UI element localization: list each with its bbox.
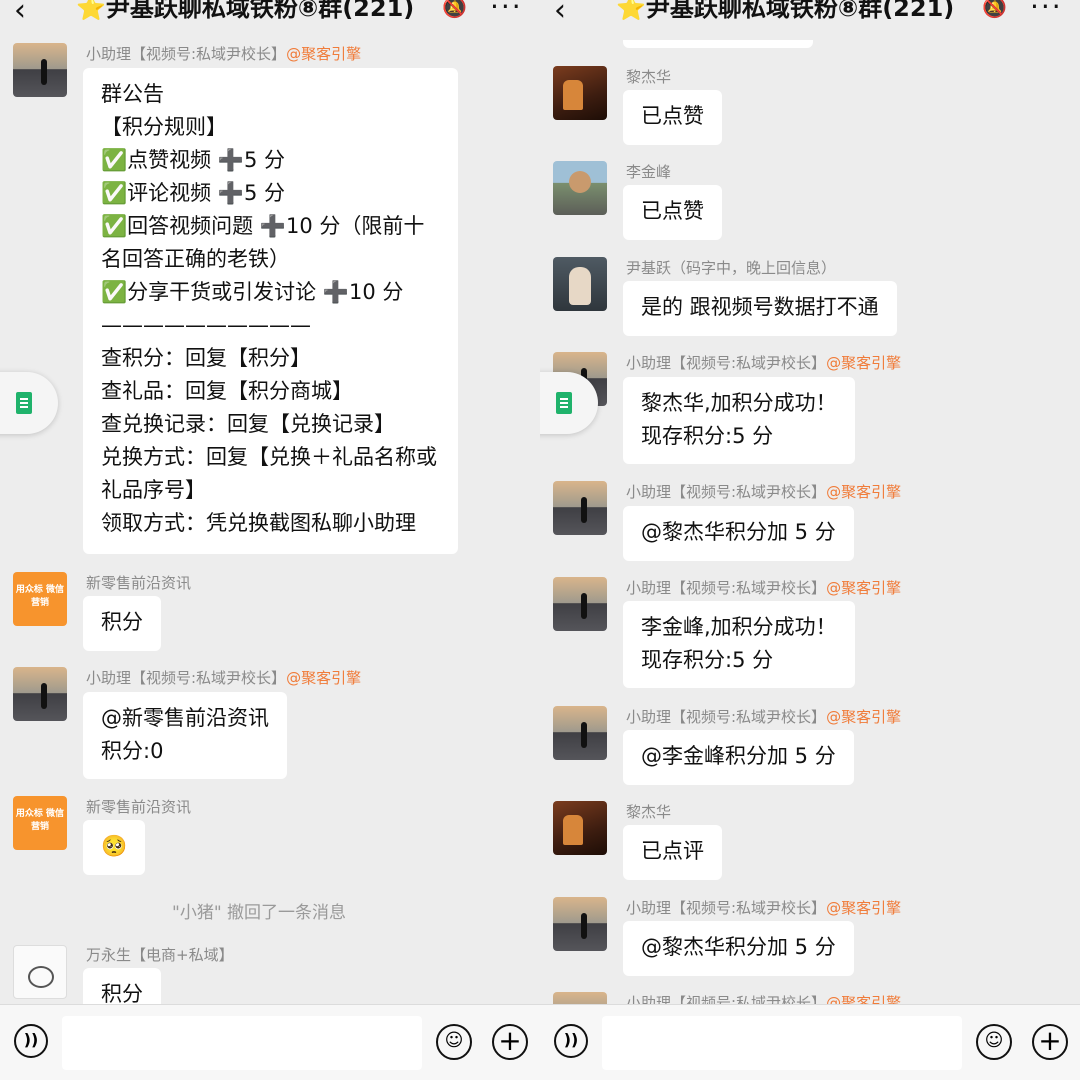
message-bubble[interactable]: @黎杰华积分加 5 分	[623, 506, 854, 561]
input-bar: )) ☺ +	[0, 1004, 540, 1080]
more-options-icon[interactable]: ···	[1030, 0, 1063, 23]
message-bubble[interactable]: 黎杰华,加积分成功！ 现存积分:5 分	[623, 377, 855, 464]
sender-name: 小助理【视频号:私域尹校长】@聚客引擎	[626, 708, 902, 726]
avatar[interactable]	[553, 161, 607, 215]
bell-muted-icon: 🔕	[442, 0, 467, 19]
voice-icon[interactable]: ))	[14, 1024, 48, 1058]
sender-name: 尹基跃（码字中，晚上回信息）	[626, 259, 837, 277]
avatar[interactable]	[13, 43, 67, 97]
message-bubble[interactable]: 李金峰,加积分成功！ 现存积分:5 分	[623, 601, 855, 688]
more-options-icon[interactable]: ···	[490, 0, 523, 23]
sender-name: 新零售前沿资讯	[86, 798, 192, 816]
page-title: ⭐尹基跃聊私域铁粉⑧群(221)	[616, 0, 955, 22]
avatar[interactable]	[553, 801, 607, 855]
avatar[interactable]	[553, 257, 607, 311]
avatar[interactable]	[553, 992, 607, 1004]
message-bubble[interactable]: @新零售前沿资讯 积分:0	[83, 692, 287, 779]
avatar[interactable]	[553, 706, 607, 760]
avatar[interactable]	[553, 481, 607, 535]
document-icon	[16, 392, 32, 414]
voice-icon[interactable]: ))	[554, 1024, 588, 1058]
chat-panel-right: 黎杰华 已点赞 李金峰 已点赞 尹基跃（码字中，晚上回信息） 是的 跟视频号数据…	[540, 0, 1080, 1080]
input-bar: )) ☺ +	[540, 1004, 1080, 1080]
message-bubble[interactable]: 是的 跟视频号数据打不通	[623, 281, 897, 336]
avatar[interactable]	[553, 577, 607, 631]
message-list[interactable]: 小助理【视频号:私域尹校长】@聚客引擎 群公告 【积分规则】 ✅点赞视频 ➕5 …	[0, 0, 540, 1004]
message-bubble[interactable]: 已点评	[623, 825, 722, 880]
sender-name: 新零售前沿资讯	[86, 574, 192, 592]
sender-name: 黎杰华	[626, 68, 672, 86]
plus-icon[interactable]: +	[1032, 1024, 1068, 1060]
avatar[interactable]	[553, 897, 607, 951]
message-bubble[interactable]: 已点赞	[623, 90, 722, 145]
sender-name: 万永生【电商+私域】	[86, 946, 234, 964]
emoji-icon[interactable]: ☺	[976, 1024, 1012, 1060]
sender-name: 小助理【视频号:私域尹校长】@聚客引擎	[626, 994, 902, 1004]
message-bubble[interactable]: 积分	[83, 596, 161, 651]
avatar[interactable]	[13, 945, 67, 999]
message-bubble[interactable]: @李金峰积分加 5 分	[623, 730, 854, 785]
message-list[interactable]: 黎杰华 已点赞 李金峰 已点赞 尹基跃（码字中，晚上回信息） 是的 跟视频号数据…	[540, 0, 1080, 1004]
avatar[interactable]	[553, 66, 607, 120]
sender-name: 黎杰华	[626, 803, 672, 821]
sender-name: 小助理【视频号:私域尹校长】@聚客引擎	[86, 669, 362, 687]
document-icon	[556, 392, 572, 414]
message-bubble[interactable]: 已点赞	[623, 185, 722, 240]
emoji-icon[interactable]: ☺	[436, 1024, 472, 1060]
message-bubble[interactable]: 🥺	[83, 820, 146, 875]
avatar[interactable]	[13, 667, 67, 721]
chat-panel-left: 小助理【视频号:私域尹校长】@聚客引擎 群公告 【积分规则】 ✅点赞视频 ➕5 …	[0, 0, 540, 1080]
plus-icon[interactable]: +	[492, 1024, 528, 1060]
back-icon[interactable]: ‹	[14, 0, 26, 26]
sender-name: 小助理【视频号:私域尹校长】@聚客引擎	[626, 354, 902, 372]
sender-name: 小助理【视频号:私域尹校长】@聚客引擎	[626, 899, 902, 917]
sender-name: 小助理【视频号:私域尹校长】@聚客引擎	[626, 483, 902, 501]
message-input[interactable]	[602, 1016, 962, 1070]
back-icon[interactable]: ‹	[554, 0, 566, 26]
chat-header: ‹ ⭐尹基跃聊私域铁粉⑧群(221) 🔕 ···	[0, 0, 540, 40]
message-bubble[interactable]: @黎杰华积分加 5 分	[623, 921, 854, 976]
bell-muted-icon: 🔕	[982, 0, 1007, 19]
avatar[interactable]: 用众标 微信营销	[13, 796, 67, 850]
recall-notice: "小猪" 撤回了一条消息	[172, 903, 347, 923]
sender-name: 小助理【视频号:私域尹校长】@聚客引擎	[626, 579, 902, 597]
chat-header: ‹ ⭐尹基跃聊私域铁粉⑧群(221) 🔕 ···	[540, 0, 1080, 40]
message-bubble[interactable]: 群公告 【积分规则】 ✅点赞视频 ➕5 分 ✅评论视频 ➕5 分 ✅回答视频问题…	[83, 68, 458, 554]
page-title: ⭐尹基跃聊私域铁粉⑧群(221)	[76, 0, 415, 22]
message-input[interactable]	[62, 1016, 422, 1070]
sender-name: 李金峰	[626, 163, 672, 181]
sender-name: 小助理【视频号:私域尹校长】@聚客引擎	[86, 45, 362, 63]
avatar[interactable]: 用众标 微信营销	[13, 572, 67, 626]
message-bubble[interactable]: 积分	[83, 968, 161, 1004]
